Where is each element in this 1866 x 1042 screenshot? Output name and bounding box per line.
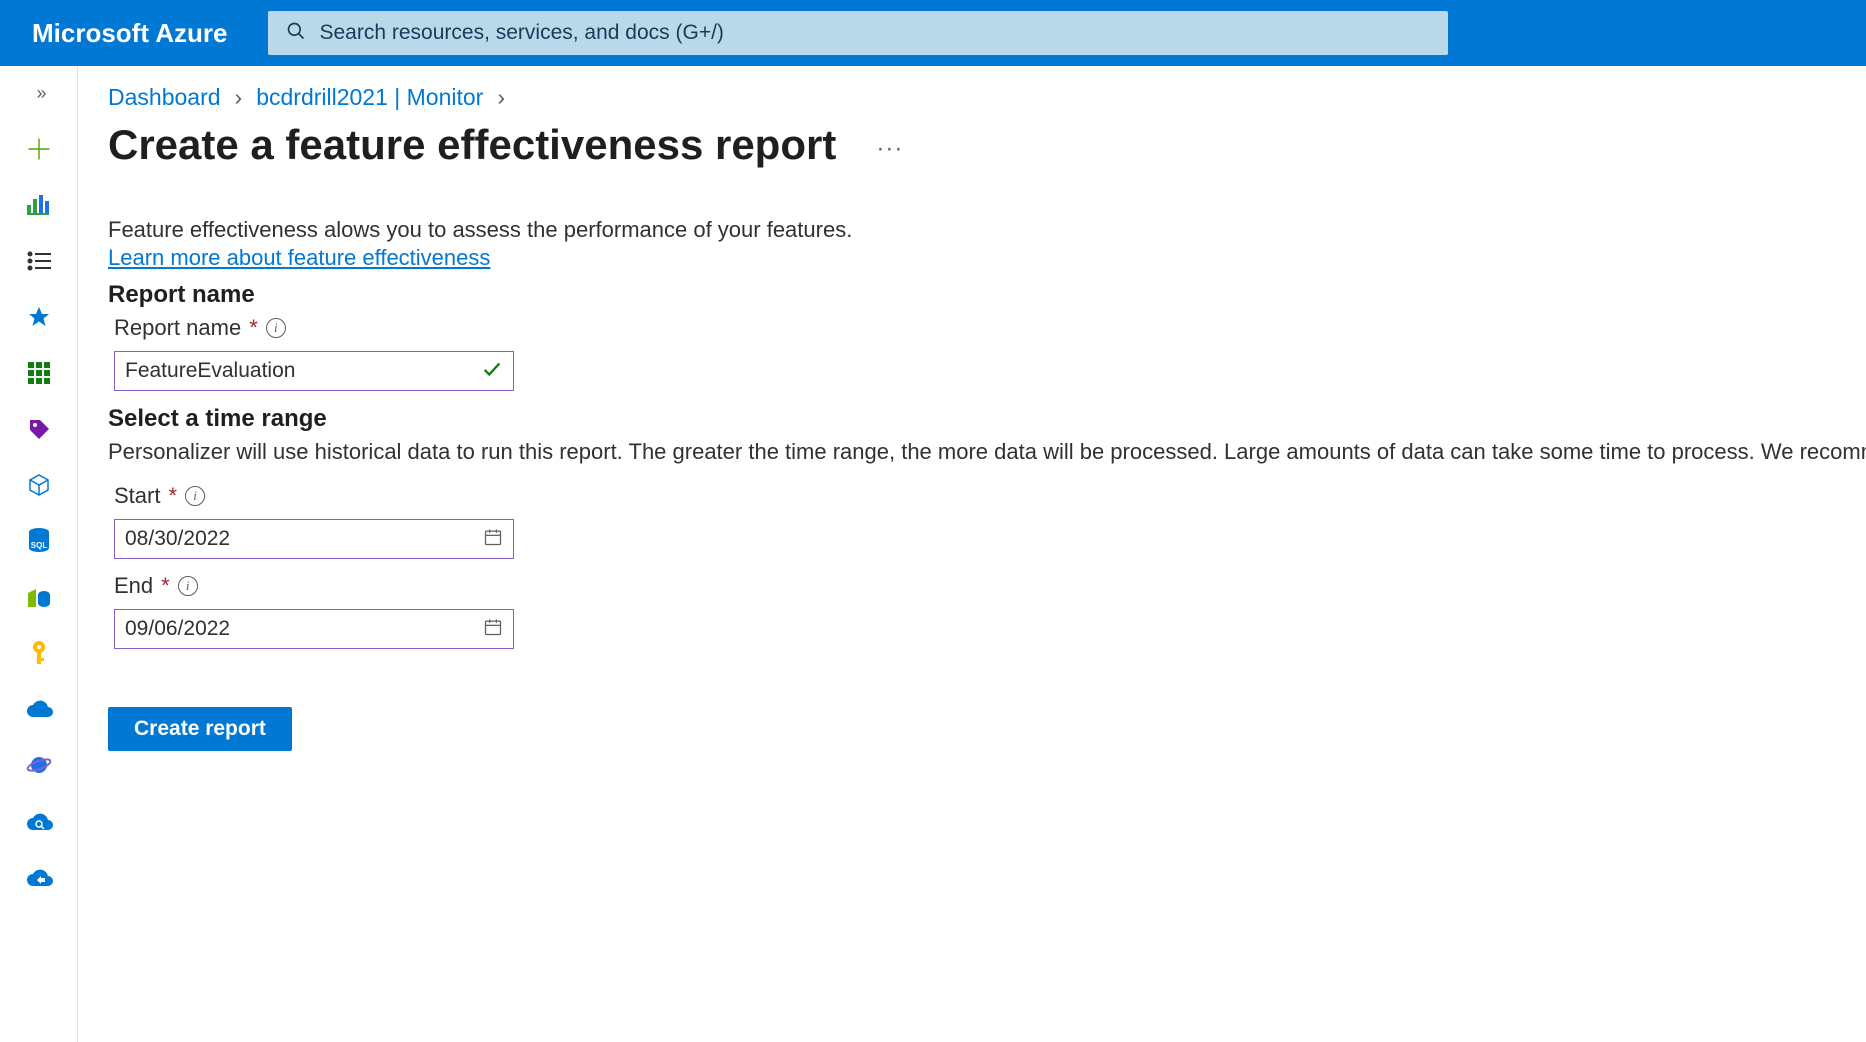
breadcrumb-monitor[interactable]: bcdrdrill2021 | Monitor [256,84,483,111]
chevron-right-icon: › [235,84,243,111]
valid-check-icon [481,358,503,385]
section-time-range: Select a time range [108,405,1866,433]
page-description: Feature effectiveness alows you to asses… [108,217,1866,243]
planet-icon [26,752,52,778]
end-date-input-wrap [114,609,514,649]
more-actions-button[interactable]: ··· [876,135,903,163]
sidebar-resource-groups[interactable] [0,468,77,502]
sidebar-tags[interactable] [0,412,77,446]
learn-more-link[interactable]: Learn more about feature effectiveness [108,245,490,271]
calendar-icon[interactable] [483,527,503,552]
page-title: Create a feature effectiveness report [108,121,836,169]
svg-text:SQL: SQL [30,541,47,550]
expand-sidebar-button[interactable]: » [0,76,77,110]
end-date-input[interactable] [125,617,483,641]
cube-icon [27,473,51,497]
brand-label: Microsoft Azure [32,18,228,49]
label-text: End [114,573,153,599]
section-report-name: Report name [108,281,1866,309]
sidebar-aad[interactable] [0,692,77,726]
required-indicator: * [168,483,177,509]
global-search[interactable] [268,11,1448,55]
report-name-input-wrap [114,351,514,391]
search-input[interactable] [320,21,1430,45]
sql-icon: SQL [27,528,51,554]
report-name-label: Report name * i [114,315,1866,341]
sidebar-create-resource[interactable] [0,132,77,166]
required-indicator: * [249,315,258,341]
sidebar-all-services[interactable] [0,244,77,278]
sidebar-rail: » [0,66,78,1042]
label-text: Report name [114,315,241,341]
cloud-arrow-icon [25,866,53,888]
main-content: Dashboard › bcdrdrill2021 | Monitor › Cr… [78,66,1866,1042]
key-icon [28,640,50,666]
label-text: Start [114,483,160,509]
time-range-description: Personalizer will use historical data to… [108,439,1866,465]
report-name-input[interactable] [125,359,481,383]
breadcrumb-dashboard[interactable]: Dashboard [108,84,221,111]
search-icon [286,21,306,46]
chevron-right-icon: » [36,83,40,104]
top-bar: Microsoft Azure [0,0,1866,66]
calendar-icon[interactable] [483,617,503,642]
cloud-icon [25,699,53,719]
start-date-label: Start * i [114,483,1866,509]
breadcrumb: Dashboard › bcdrdrill2021 | Monitor › [108,84,1866,111]
sidebar-favorites[interactable] [0,300,77,334]
sidebar-sql-database[interactable]: SQL [0,524,77,558]
end-date-label: End * i [114,573,1866,599]
star-icon [27,305,51,329]
sidebar-logic-apps[interactable] [0,860,77,894]
required-indicator: * [161,573,170,599]
chevron-right-icon: › [497,84,505,111]
info-icon[interactable]: i [185,486,205,506]
sidebar-key-vault[interactable] [0,636,77,670]
factory-icon [26,585,52,609]
dashboard-icon [27,195,51,215]
info-icon[interactable]: i [266,318,286,338]
plus-icon [25,135,53,163]
sidebar-cosmos[interactable] [0,748,77,782]
info-icon[interactable]: i [178,576,198,596]
sidebar-search-service[interactable] [0,804,77,838]
sidebar-data-factory[interactable] [0,580,77,614]
cloud-search-icon [25,810,53,832]
tag-icon [27,417,51,441]
grid-icon [28,362,50,384]
sidebar-app-services[interactable] [0,356,77,390]
create-report-button[interactable]: Create report [108,707,292,751]
list-icon [27,251,51,271]
start-date-input-wrap [114,519,514,559]
start-date-input[interactable] [125,527,483,551]
sidebar-dashboard[interactable] [0,188,77,222]
